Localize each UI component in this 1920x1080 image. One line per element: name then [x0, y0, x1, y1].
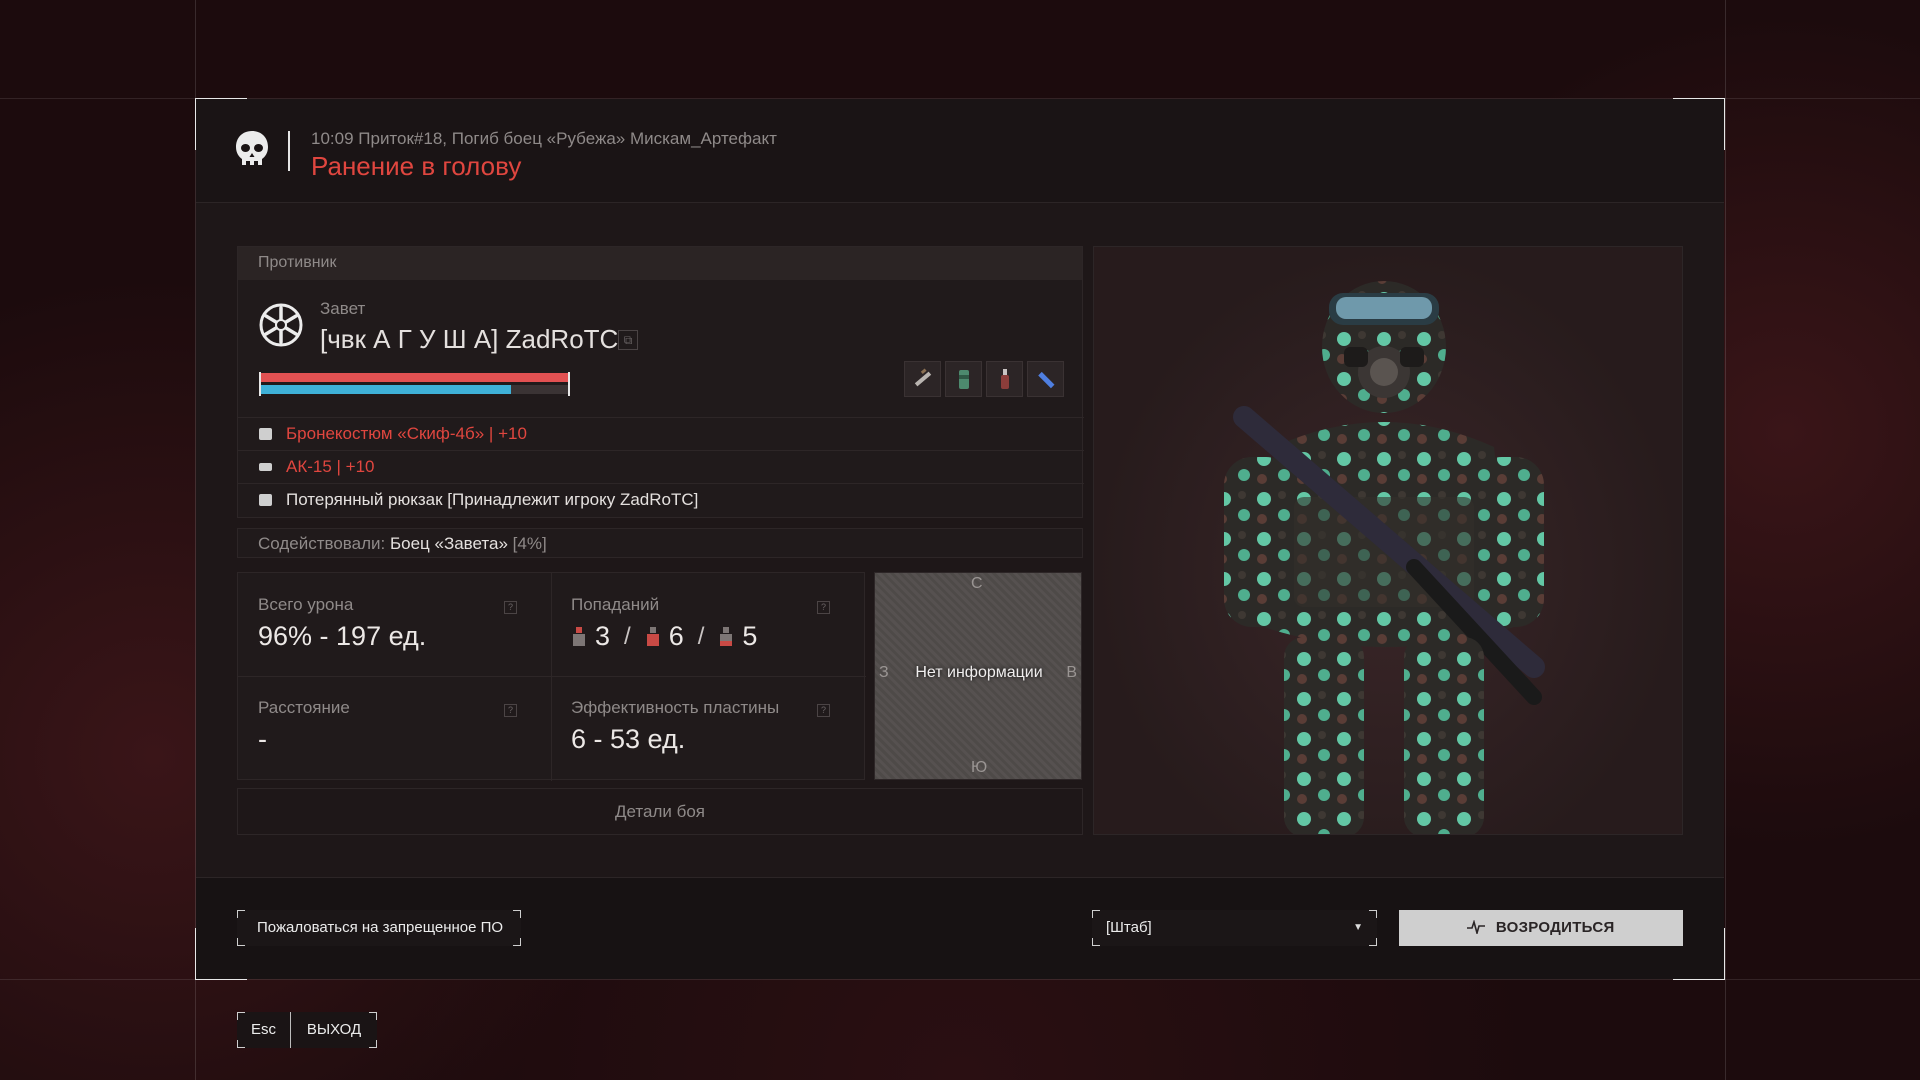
- canister-icon: [958, 370, 969, 389]
- health-bar: [259, 373, 570, 382]
- respawn-button[interactable]: ВОЗРОДИТЬСЯ: [1399, 910, 1683, 946]
- stat-value: 6 - 53 ед.: [571, 724, 686, 754]
- stat-label: Эффективность пластины: [571, 698, 780, 717]
- equipment-weapon: АК-15 | +10: [286, 457, 375, 476]
- stat-plate-efficiency: Эффективность пластины 6 - 53 ед. ?: [551, 676, 864, 779]
- death-screen-panel: 10:09 Приток#18, Погиб боец «Рубежа» Мис…: [195, 98, 1725, 980]
- armor-icon: [259, 428, 272, 440]
- hits-legs-value: 5: [742, 621, 758, 651]
- rifle-icon: [259, 463, 272, 471]
- enemy-card: Противник Завет [чвк А Г У Ш А] ZadRoTC …: [237, 246, 1084, 518]
- bottle-icon: [1000, 369, 1009, 389]
- report-button-label: Пожаловаться на запрещенное ПО: [257, 919, 504, 936]
- help-icon[interactable]: ?: [504, 601, 517, 614]
- skull-icon: [236, 131, 268, 165]
- enemy-character-preview: [1093, 246, 1683, 835]
- help-icon[interactable]: ?: [817, 601, 830, 614]
- equipment-backpack: Потерянный рюкзак [Принадлежит игроку Za…: [286, 490, 699, 509]
- copy-nickname-icon[interactable]: ⧉: [618, 330, 638, 350]
- equipment-armor: Бронекостюм «Скиф-4б» | +10: [286, 424, 527, 443]
- assist-name: Боец «Завета»: [389, 534, 508, 553]
- quick-item-slot[interactable]: [945, 361, 982, 397]
- faction-emblem-icon: [259, 303, 303, 347]
- combat-stats: Всего урона 96% - 197 ед. ? Попаданий 3 …: [237, 572, 866, 781]
- death-cause-title: Ранение в голову: [311, 151, 522, 181]
- compass-south: Ю: [971, 759, 988, 776]
- stat-value: 96% - 197 ед.: [258, 621, 427, 651]
- stat-distance: Расстояние - ?: [238, 676, 551, 779]
- stat-label: Попаданий: [571, 595, 660, 614]
- stat-value: -: [258, 724, 267, 754]
- enemy-section-label: Противник: [238, 247, 1082, 280]
- equipment-row: Потерянный рюкзак [Принадлежит игроку Za…: [238, 483, 1084, 516]
- dropdown-caret-icon: ▼: [1353, 922, 1363, 933]
- stat-label: Расстояние: [258, 698, 350, 717]
- death-event-meta: 10:09 Приток#18, Погиб боец «Рубежа» Мис…: [311, 129, 777, 148]
- quick-item-slot[interactable]: [986, 361, 1023, 397]
- stat-total-damage: Всего урона 96% - 197 ед. ?: [238, 573, 551, 676]
- map-no-data: Нет информации: [915, 664, 1043, 681]
- syringe-icon: [914, 368, 931, 387]
- equipment-row: Бронекостюм «Скиф-4б» | +10: [238, 417, 1084, 450]
- armor-bar: [259, 385, 570, 394]
- stat-hits: Попаданий 3 / 6 / 5 ?: [551, 573, 864, 676]
- exit-button[interactable]: ВЫХОД: [291, 1012, 377, 1048]
- assist-label: Содействовали:: [258, 534, 386, 553]
- enemy-nickname: [чвк А Г У Ш А] ZadRoTC: [320, 324, 619, 354]
- help-icon[interactable]: ?: [817, 704, 830, 717]
- hits-head-value: 3: [595, 621, 611, 651]
- assist-row: Содействовали: Боец «Завета» [4%]: [237, 528, 1083, 558]
- enemy-faction: Завет: [320, 299, 366, 318]
- quick-item-slot[interactable]: [1027, 361, 1064, 397]
- assist-percent: [4%]: [512, 534, 547, 553]
- body-torso-icon: [646, 626, 659, 646]
- spawn-point-select[interactable]: [Штаб] ▼: [1092, 910, 1377, 946]
- hits-separator: /: [697, 622, 705, 650]
- esc-key-hint: Esc: [237, 1012, 291, 1048]
- hits-body-value: 6: [668, 621, 684, 651]
- minimap: С Ю З В Нет информации: [874, 572, 1082, 780]
- hits-breakdown: 3 / 6 / 5: [571, 621, 844, 652]
- header-separator: [288, 131, 290, 171]
- compass-north: С: [971, 575, 983, 592]
- bar-cap: [568, 372, 570, 396]
- exit-control[interactable]: Esc ВЫХОД: [237, 1012, 377, 1048]
- enemy-status-bars: [259, 372, 570, 396]
- equipment-row: АК-15 | +10: [238, 450, 1084, 483]
- flashlight-icon: [1037, 371, 1054, 389]
- bar-cap: [259, 372, 261, 396]
- respawn-button-label: ВОЗРОДИТЬСЯ: [1495, 919, 1615, 936]
- soldier-model: [1224, 281, 1545, 834]
- hits-separator: /: [624, 622, 631, 650]
- death-footer: Пожаловаться на запрещенное ПО [Штаб] ▼ …: [196, 877, 1724, 979]
- body-head-icon: [573, 626, 585, 646]
- quick-item-slot[interactable]: [904, 361, 941, 397]
- stat-label: Всего урона: [258, 595, 354, 614]
- help-icon[interactable]: ?: [504, 704, 517, 717]
- pulse-icon: [1467, 919, 1486, 936]
- report-cheater-button[interactable]: Пожаловаться на запрещенное ПО: [237, 910, 521, 946]
- backpack-icon: [259, 494, 272, 506]
- death-header: 10:09 Приток#18, Погиб боец «Рубежа» Мис…: [196, 99, 1724, 203]
- battle-details-button[interactable]: Детали боя: [237, 788, 1083, 835]
- spawn-point-value: [Штаб]: [1106, 919, 1152, 936]
- quick-items: [904, 361, 1064, 397]
- body-legs-icon: [720, 626, 733, 646]
